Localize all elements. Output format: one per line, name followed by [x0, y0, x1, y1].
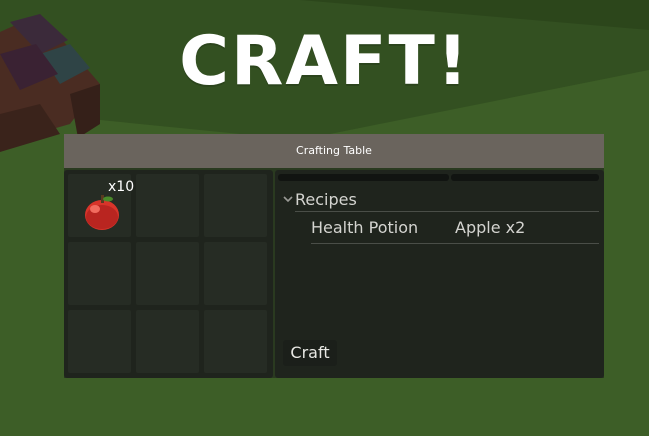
inventory-slot-6[interactable] — [204, 242, 267, 305]
item-count: x10 — [108, 179, 135, 195]
inventory-grid: x10 — [64, 170, 273, 378]
recipes-label: Recipes — [295, 190, 357, 209]
inventory-slot-8[interactable] — [136, 310, 199, 373]
row-divider — [311, 243, 599, 244]
inventory-slot-4[interactable] — [68, 242, 131, 305]
column-header-left[interactable] — [278, 174, 449, 181]
recipe-ingredients: Apple x2 — [455, 218, 526, 237]
chevron-down-icon[interactable] — [283, 194, 293, 204]
inventory-slot-1[interactable]: x10 — [68, 174, 135, 237]
inventory-slot-7[interactable] — [68, 310, 131, 373]
column-header-bar — [278, 174, 599, 181]
apple-icon — [85, 195, 119, 230]
page-title: CRAFT! — [179, 22, 470, 101]
recipe-row[interactable]: Health Potion Apple x2 — [311, 216, 599, 242]
inventory-slot-5[interactable] — [136, 242, 199, 305]
recipe-panel: Recipes Health Potion Apple x2 Craft — [275, 170, 604, 378]
tree-divider — [295, 211, 599, 212]
inventory-slot-3[interactable] — [204, 174, 267, 237]
inventory-slot-9[interactable] — [204, 310, 267, 373]
window-header[interactable]: Crafting Table — [64, 134, 604, 168]
inventory-slot-2[interactable] — [136, 174, 199, 237]
craft-button[interactable]: Craft — [283, 340, 337, 366]
crafting-window: Crafting Table x10 Recipes Health Potion… — [64, 134, 604, 378]
column-header-right[interactable] — [451, 174, 599, 181]
recipe-name: Health Potion — [311, 218, 419, 237]
